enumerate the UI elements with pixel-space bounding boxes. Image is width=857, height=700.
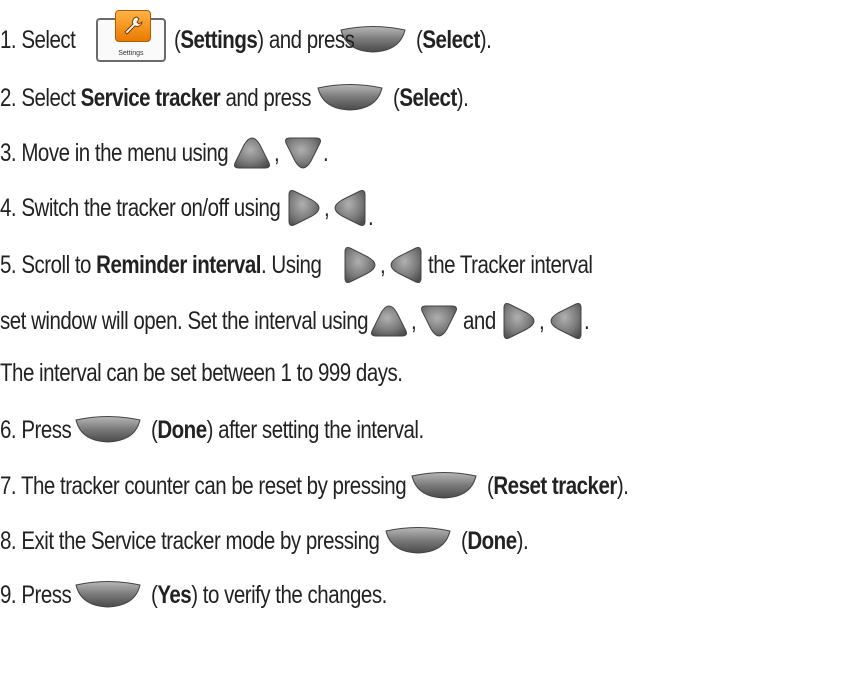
- step-6: 6. Press (Done) after setting the interv…: [0, 415, 424, 444]
- step-5: 5. Scroll to Reminder interval. Using , …: [0, 241, 629, 289]
- left-arrow-button-icon: [549, 303, 581, 339]
- down-arrow-button-icon: [421, 305, 458, 337]
- step-5-continuation: set window will open. Set the interval u…: [0, 297, 590, 345]
- instructions-page: 1. Select Settings (Settings) and press …: [0, 0, 857, 700]
- step-4: 4. Switch the tracker on/off using , .: [0, 184, 375, 232]
- step-9: 9. Press (Yes) to verify the changes.: [0, 580, 387, 609]
- left-arrow-button-icon: [390, 247, 422, 283]
- service-tracker-label: Service tracker: [80, 83, 221, 112]
- step-1: 1. Select Settings (Settings) and press …: [0, 10, 508, 64]
- select-button-icon: [75, 416, 141, 443]
- select-button-icon: [385, 527, 451, 554]
- right-arrow-button-icon: [503, 303, 535, 339]
- up-arrow-button-icon: [234, 137, 271, 169]
- settings-icon: Settings: [95, 10, 166, 62]
- select-button-icon: [75, 581, 141, 608]
- interval-note: The interval can be set between 1 to 999…: [0, 358, 403, 387]
- down-arrow-button-icon: [284, 137, 321, 169]
- select-label: Select: [422, 25, 480, 54]
- step-text: Select: [21, 25, 76, 54]
- left-arrow-button-icon: [334, 190, 366, 226]
- wrench-icon: [114, 10, 151, 42]
- step-8: 8. Exit the Service tracker mode by pres…: [0, 526, 528, 555]
- step-number: 1.: [0, 25, 17, 54]
- select-button-icon: [317, 84, 383, 111]
- settings-icon-caption: Settings: [118, 50, 144, 57]
- step-7: 7. The tracker counter can be reset by p…: [0, 471, 629, 500]
- reminder-interval-label: Reminder interval: [96, 250, 261, 279]
- step-3: 3. Move in the menu using , .: [0, 129, 329, 177]
- settings-label: Settings: [180, 25, 258, 54]
- up-arrow-button-icon: [370, 305, 407, 337]
- select-button-icon: [411, 472, 477, 499]
- right-arrow-button-icon: [288, 190, 320, 226]
- right-arrow-button-icon: [344, 247, 376, 283]
- step-2: 2. Select Service tracker and press (Sel…: [0, 83, 469, 112]
